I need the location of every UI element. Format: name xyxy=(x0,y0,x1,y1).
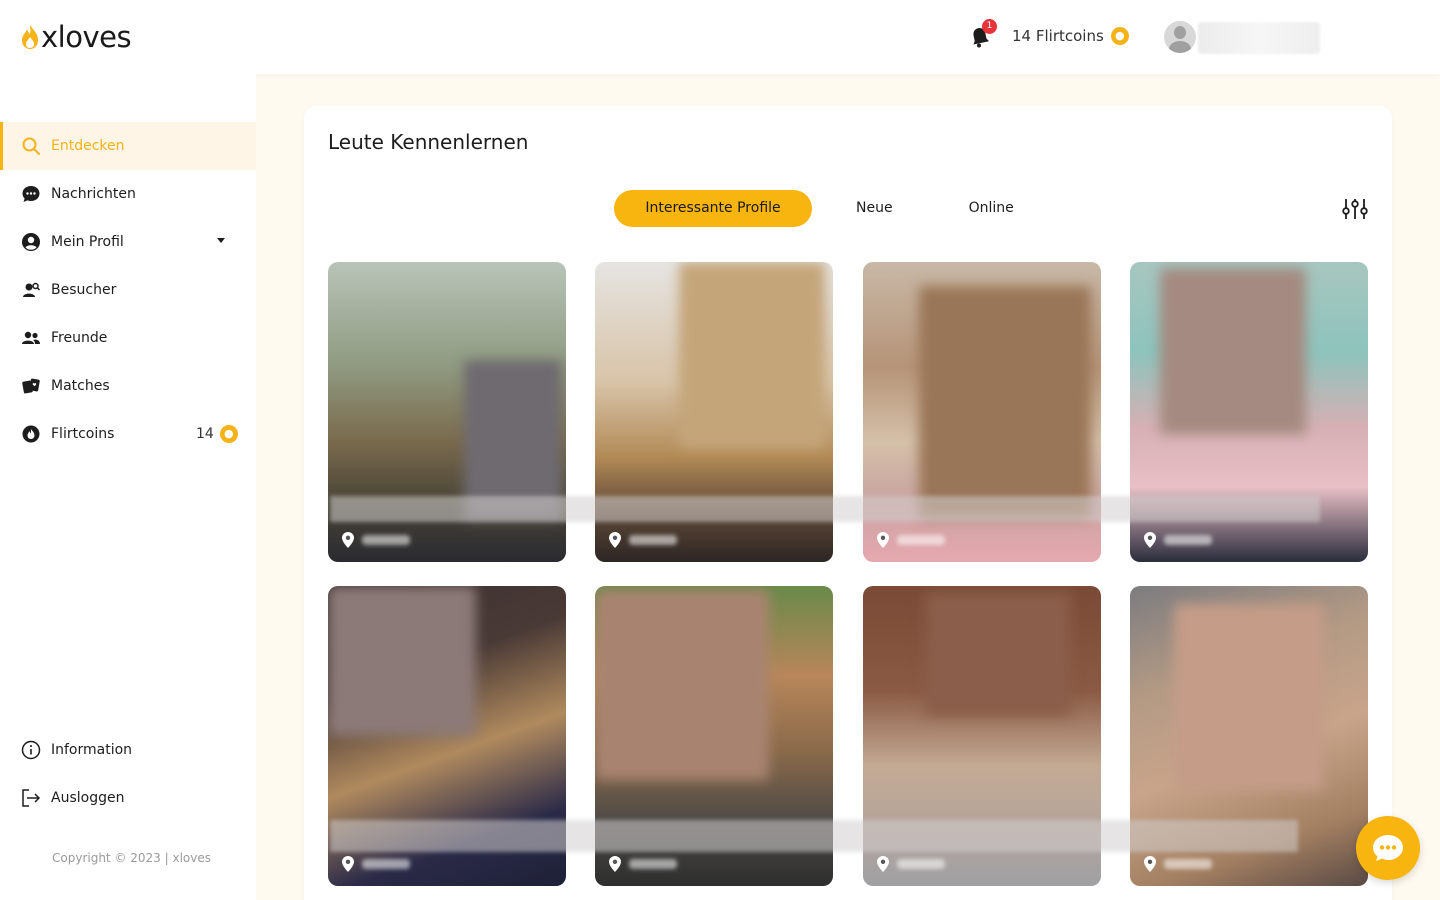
tab-online[interactable]: Online xyxy=(937,190,1046,227)
filter-sliders-icon[interactable] xyxy=(1342,198,1368,220)
location-redacted xyxy=(897,535,945,545)
chevron-down-icon[interactable] xyxy=(217,238,225,243)
profile-location xyxy=(342,532,410,548)
sidebar-item-label: Nachrichten xyxy=(51,186,136,202)
cards-icon xyxy=(20,375,42,397)
profile-location xyxy=(342,856,410,872)
face-redacted xyxy=(595,590,769,780)
profile-location xyxy=(877,532,945,548)
flirtcoins-count: 14 ● xyxy=(196,425,238,443)
sidebar-item-label: Flirtcoins xyxy=(51,426,115,442)
face-redacted xyxy=(919,286,1091,518)
profile-tabs: Interessante Profile Neue Online xyxy=(614,190,1046,227)
face-redacted xyxy=(679,262,825,448)
sidebar: Entdecken Nachrichten Mein Profil Besuch… xyxy=(0,74,256,900)
location-redacted xyxy=(362,859,410,869)
profile-location xyxy=(1144,856,1212,872)
coin-icon: ● xyxy=(1110,27,1129,45)
profile-location xyxy=(877,856,945,872)
face-redacted xyxy=(1174,604,1324,790)
avatar[interactable] xyxy=(1164,21,1196,53)
location-redacted xyxy=(1164,859,1212,869)
sidebar-item-entdecken[interactable]: Entdecken xyxy=(0,122,256,170)
location-pin-icon xyxy=(609,532,621,548)
profile-location xyxy=(609,532,677,548)
visitor-icon xyxy=(20,279,42,301)
sidebar-item-nachrichten[interactable]: Nachrichten xyxy=(0,170,256,218)
chat-bubble-icon xyxy=(1373,835,1403,861)
sidebar-item-label: Mein Profil xyxy=(51,234,124,250)
sidebar-item-label: Information xyxy=(51,742,133,758)
top-header: xloves 1 14 Flirtcoins ● xyxy=(0,0,1440,74)
location-pin-icon xyxy=(1144,856,1156,872)
coin-icon xyxy=(20,423,42,445)
sidebar-item-mein-profil[interactable]: Mein Profil xyxy=(0,218,256,266)
coin-icon: ● xyxy=(219,425,238,443)
notification-badge: 1 xyxy=(982,19,997,34)
location-pin-icon xyxy=(1144,532,1156,548)
tab-neue[interactable]: Neue xyxy=(824,190,925,227)
profile-location xyxy=(1144,532,1212,548)
face-redacted xyxy=(1160,268,1306,434)
sidebar-item-information[interactable]: Information xyxy=(0,726,256,774)
location-pin-icon xyxy=(877,532,889,548)
flame-icon xyxy=(22,25,38,49)
copyright-text: Copyright © 2023 | xloves xyxy=(52,851,211,865)
sidebar-item-flirtcoins[interactable]: Flirtcoins 14 ● xyxy=(0,410,256,458)
location-redacted xyxy=(1164,535,1212,545)
flirtcoins-balance[interactable]: 14 Flirtcoins ● xyxy=(1012,27,1129,45)
name-redaction-strip xyxy=(330,496,1320,522)
face-redacted xyxy=(925,592,1071,716)
sidebar-item-label: Besucher xyxy=(51,282,117,298)
name-redaction-strip xyxy=(330,820,1298,852)
discover-card: Leute Kennenlernen Interessante Profile … xyxy=(304,106,1392,900)
sidebar-item-besucher[interactable]: Besucher xyxy=(0,266,256,314)
sidebar-item-label: Matches xyxy=(51,378,110,394)
sidebar-item-label: Freunde xyxy=(51,330,108,346)
logo-text: xloves xyxy=(41,20,132,54)
location-pin-icon xyxy=(877,856,889,872)
user-circle-icon xyxy=(20,231,42,253)
info-icon xyxy=(20,739,42,761)
location-pin-icon xyxy=(342,856,354,872)
sidebar-item-freunde[interactable]: Freunde xyxy=(0,314,256,362)
flirtcoins-count-value: 14 xyxy=(196,426,214,442)
flirtcoins-label: 14 Flirtcoins xyxy=(1012,27,1104,45)
friends-icon xyxy=(20,327,42,349)
profile-location xyxy=(609,856,677,872)
sidebar-item-ausloggen[interactable]: Ausloggen xyxy=(0,774,256,822)
location-redacted xyxy=(362,535,410,545)
logout-icon xyxy=(20,787,42,809)
username-redacted[interactable] xyxy=(1198,22,1320,54)
chat-support-button[interactable] xyxy=(1356,816,1420,880)
search-icon xyxy=(20,135,42,157)
location-redacted xyxy=(897,859,945,869)
sidebar-item-label: Entdecken xyxy=(51,138,125,154)
tab-interessante-profile[interactable]: Interessante Profile xyxy=(614,190,812,227)
sidebar-item-label: Ausloggen xyxy=(51,790,125,806)
chat-icon xyxy=(20,183,42,205)
face-redacted xyxy=(328,586,476,736)
sidebar-item-matches[interactable]: Matches xyxy=(0,362,256,410)
location-pin-icon xyxy=(342,532,354,548)
location-redacted xyxy=(629,535,677,545)
location-redacted xyxy=(629,859,677,869)
location-pin-icon xyxy=(609,856,621,872)
xloves-logo[interactable]: xloves xyxy=(20,20,132,54)
page-title: Leute Kennenlernen xyxy=(328,130,529,154)
